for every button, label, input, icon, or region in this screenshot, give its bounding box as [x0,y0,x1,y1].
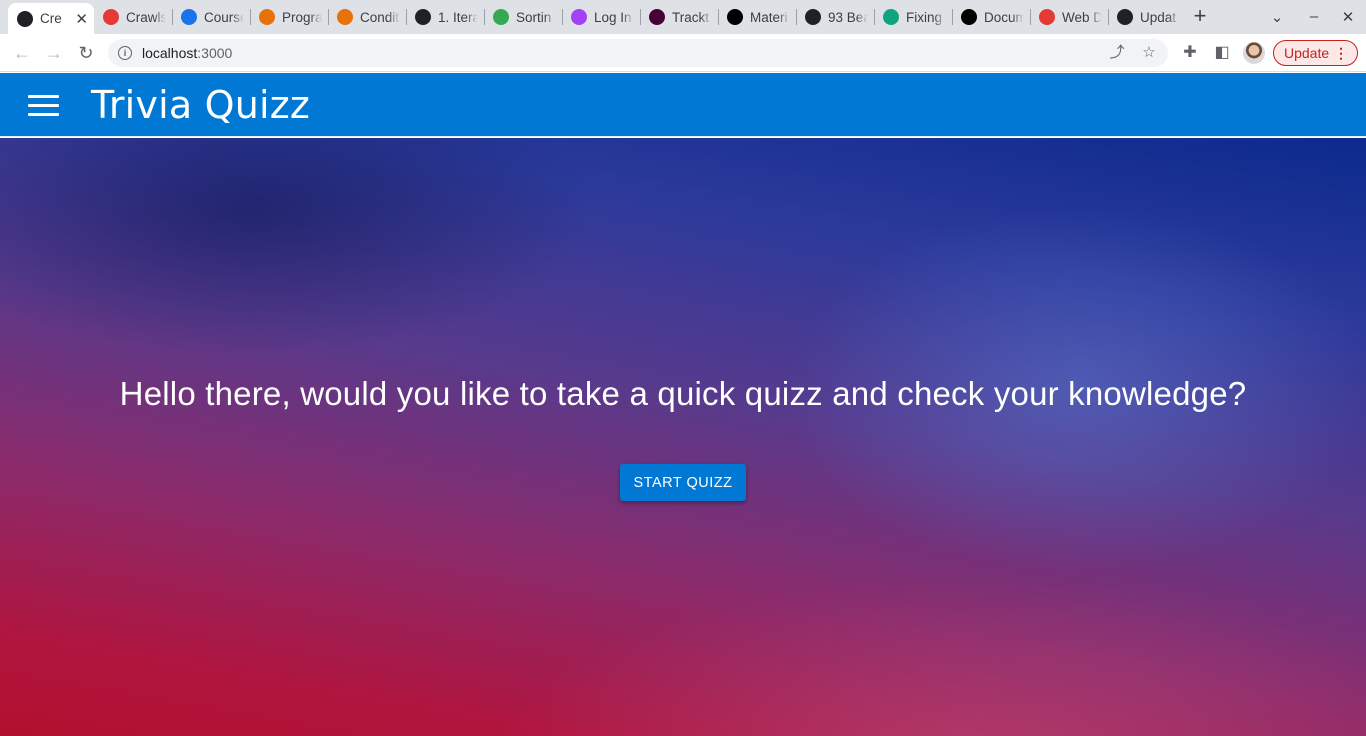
browser-tab[interactable]: 93 Bea [796,0,874,34]
g-icon [415,9,431,25]
tab-title: Web D [1062,9,1102,25]
tab-title: Docum [984,9,1024,25]
crawls-icon [103,9,119,25]
address-bar[interactable]: i localhost:3000 ⤴ ☆ [108,39,1168,67]
tab-title: Condit [360,9,400,25]
tab-title: Updat [1140,9,1177,25]
menu-dots-icon: ⋮ [1334,45,1348,61]
browser-tab[interactable]: Fixing [874,0,952,34]
tab-title: Course [204,9,244,25]
bookmark-star-icon[interactable]: ☆ [1140,44,1158,62]
tab-title: Materi [750,9,788,25]
hero-question: Hello there, would you like to take a qu… [119,375,1247,412]
xd-icon [649,9,665,25]
close-tab-icon[interactable]: ✕ [75,10,88,28]
browser-tab[interactable]: Updat [1108,0,1186,34]
tab-title: Log In [594,9,632,25]
update-label: Update [1284,45,1330,61]
sorting-icon [493,9,509,25]
tab-title: 1. Itera [438,9,478,25]
hamburger-menu-icon[interactable] [28,95,60,117]
crawls-icon [1039,9,1055,25]
login-icon [571,9,587,25]
browser-tab-strip: Cre ✕ Crawls Course Progra Condit 1. Itera Sort… [0,0,1366,34]
browser-tab[interactable]: Crawls [94,0,172,34]
tab-title: Cre [40,11,62,26]
browser-tab[interactable]: Log In [562,0,640,34]
browser-tab[interactable]: Trackt [640,0,718,34]
triangle-icon [17,10,33,27]
app-bar: Trivia Quizz [0,73,1366,137]
close-window-icon[interactable]: ✕ [1339,8,1357,26]
hero-section: Hello there, would you like to take a qu… [0,138,1366,736]
browser-tab[interactable]: Web D [1030,0,1108,34]
profile-avatar[interactable] [1243,42,1265,64]
shield-icon [337,9,353,25]
new-tab-icon[interactable]: + [1190,5,1210,27]
tab-title: Crawls [126,9,166,25]
m-icon [961,9,977,25]
reload-icon[interactable]: ↻ [76,43,96,63]
site-info-icon[interactable]: i [118,46,132,60]
tab-title: Sortin [516,9,552,25]
app-title: Trivia Quizz [91,83,311,127]
extensions-icon[interactable]: ✚ [1180,43,1200,63]
medium-icon [727,9,743,25]
browser-tab[interactable]: Course [172,0,250,34]
tab-search-icon[interactable]: ⌄ [1268,8,1286,26]
browser-tab[interactable]: Docum [952,0,1030,34]
browser-toolbar: ← → ↻ i localhost:3000 ⤴ ☆ ✚ ◧ [0,34,1366,72]
browser-tab[interactable]: Cre ✕ [8,3,94,34]
minimize-icon[interactable]: – [1305,8,1323,25]
tab-list: Cre ✕ Crawls Course Progra Condit 1. Itera Sort… [0,0,1186,34]
share-icon[interactable]: ⤴ [1108,44,1126,62]
side-panel-icon[interactable]: ◧ [1212,43,1232,63]
browser-tab[interactable]: Condit [328,0,406,34]
back-icon[interactable]: ← [12,43,32,63]
google-icon [181,9,197,25]
browser-tab[interactable]: Materi [718,0,796,34]
tab-title: Progra [282,9,322,25]
tab-title: Fixing [906,9,943,25]
browser-tab[interactable]: Sortin [484,0,562,34]
openai-icon [883,9,899,25]
update-button[interactable]: Update ⋮ [1273,40,1358,66]
github-icon [1117,9,1133,25]
browser-tab[interactable]: 1. Itera [406,0,484,34]
tab-title: Trackt [672,9,709,25]
shield-icon [259,9,275,25]
tab-title: 93 Bea [828,9,868,25]
start-quiz-button[interactable]: START QUIZZ [620,464,746,501]
browser-tab[interactable]: Progra [250,0,328,34]
cursor-icon [805,9,821,25]
forward-icon[interactable]: → [44,43,64,63]
url-text: localhost:3000 [142,45,233,61]
